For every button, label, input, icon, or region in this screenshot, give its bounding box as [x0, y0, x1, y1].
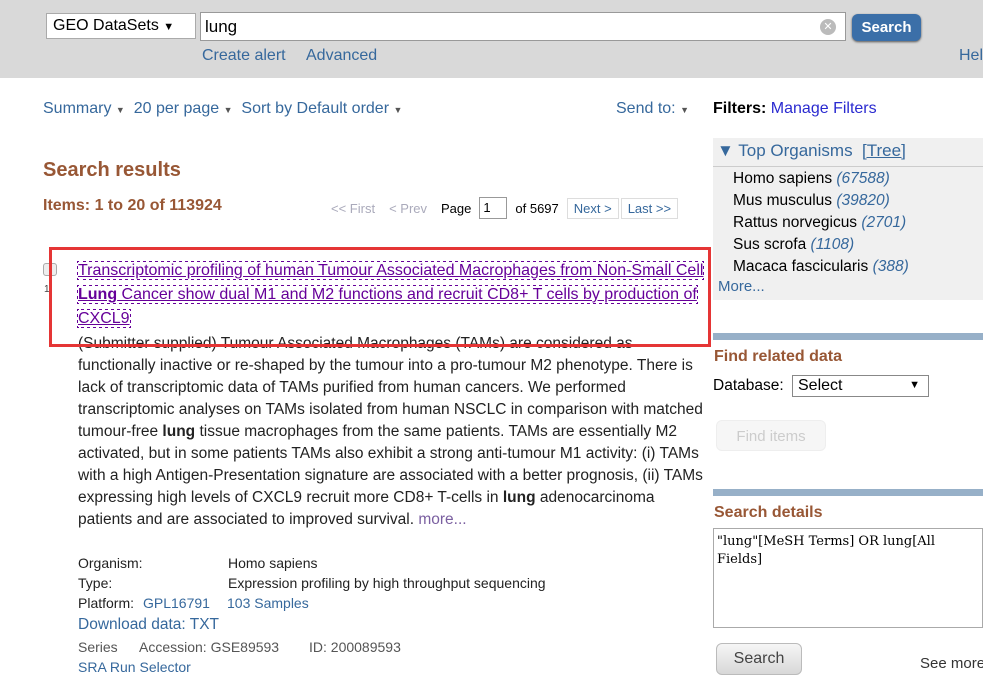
first-page-link[interactable]: << First: [331, 201, 375, 216]
search-button[interactable]: Search: [852, 14, 921, 41]
create-alert-link[interactable]: Create alert: [202, 47, 286, 65]
series-label: Series: [78, 639, 118, 655]
sort-dropdown[interactable]: Sort by Default order ▼: [241, 100, 402, 117]
search-details-textarea[interactable]: "lung"[MeSH Terms] OR lung[All Fields]: [713, 528, 983, 628]
find-related-heading: Find related data: [714, 348, 843, 365]
pagination: << First < Prev Page 1 of 5697 Next > La…: [331, 197, 679, 219]
dropdown-arrow-icon: ▼: [909, 379, 920, 391]
clear-icon[interactable]: ✕: [820, 19, 836, 35]
collapse-triangle-icon[interactable]: ▼: [717, 141, 734, 160]
advanced-link[interactable]: Advanced: [306, 47, 377, 65]
result-description: (Submitter supplied) Tumour Associated M…: [78, 335, 703, 528]
accession: Accession: GSE89593: [139, 639, 280, 655]
more-organisms-link[interactable]: More...: [713, 278, 983, 295]
download-data-link[interactable]: Download data: TXT: [78, 616, 219, 634]
top-organisms-heading[interactable]: Top Organisms: [738, 141, 852, 160]
section-divider: [713, 489, 983, 496]
toolbar: Summary ▼ 20 per page ▼ Sort by Default …: [43, 100, 402, 118]
more-link[interactable]: more...: [418, 511, 466, 528]
find-items-button[interactable]: Find items: [716, 420, 826, 451]
organism-filter-item[interactable]: Macaca fascicularis (388): [733, 256, 983, 278]
last-page-button[interactable]: Last >>: [620, 197, 679, 219]
dropdown-arrow-icon: ▼: [163, 21, 175, 33]
help-link[interactable]: Help: [959, 47, 983, 65]
database-select-value: GEO DataSets: [53, 17, 159, 34]
result-id: ID: 200089593: [309, 639, 401, 655]
search-details-button[interactable]: Search: [716, 643, 802, 675]
platform-link[interactable]: GPL16791: [143, 595, 210, 611]
database-label: Database:: [713, 377, 784, 394]
see-more-link[interactable]: See more: [920, 655, 983, 672]
send-to-dropdown[interactable]: Send to: ▼: [616, 100, 689, 118]
next-page-button[interactable]: Next >: [566, 197, 619, 219]
type-label: Type:: [78, 575, 113, 591]
page-label: Page: [441, 200, 472, 216]
samples-link[interactable]: 103 Samples: [227, 595, 309, 611]
related-database-select[interactable]: Select ▼: [792, 375, 929, 397]
organism-filter-item[interactable]: Rattus norvegicus (2701): [733, 212, 983, 234]
search-input[interactable]: lung: [200, 12, 846, 41]
page-title: Search results: [43, 159, 181, 181]
per-page-dropdown[interactable]: 20 per page ▼: [134, 100, 233, 117]
search-details-heading: Search details: [714, 504, 823, 521]
database-select[interactable]: GEO DataSets ▼: [46, 13, 196, 39]
organism-filter-item[interactable]: Homo sapiens (67588): [733, 168, 983, 190]
highlight-box: [49, 247, 711, 347]
organism-filter-item[interactable]: Sus scrofa (1108): [733, 234, 983, 256]
tree-link[interactable]: [Tree]: [862, 141, 906, 160]
filters: Filters: Manage Filters: [713, 100, 877, 117]
platform-label: Platform:: [78, 595, 135, 611]
section-divider: [713, 333, 983, 340]
manage-filters-link[interactable]: Manage Filters: [771, 100, 877, 117]
prev-page-link[interactable]: < Prev: [389, 201, 427, 216]
top-organisms-panel: ▼ Top Organisms [Tree] Homo sapiens (675…: [713, 138, 983, 300]
items-count: Items: 1 to 20 of 113924: [43, 197, 222, 214]
page-input[interactable]: 1: [479, 197, 508, 219]
organism-value: Homo sapiens: [228, 555, 318, 571]
sra-run-selector-link[interactable]: SRA Run Selector: [78, 659, 191, 675]
summary-dropdown[interactable]: Summary ▼: [43, 100, 125, 117]
organism-label: Organism:: [78, 555, 143, 571]
type-value: Expression profiling by high throughput …: [228, 575, 546, 591]
organism-filter-item[interactable]: Mus musculus (39820): [733, 190, 983, 212]
total-pages: of 5697: [515, 200, 559, 216]
